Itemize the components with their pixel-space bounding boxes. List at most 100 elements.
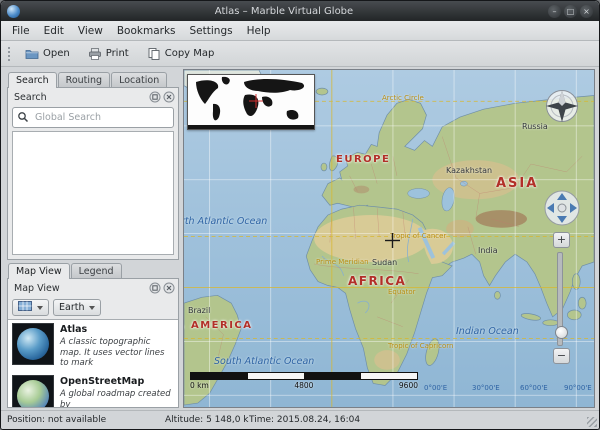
theme-description: A classic topographic map. It uses vecto… bbox=[60, 337, 174, 369]
scale-bar-ruler bbox=[190, 372, 418, 380]
menu-help[interactable]: Help bbox=[240, 23, 278, 39]
search-icon bbox=[17, 108, 29, 127]
search-panel-header: Search bbox=[8, 88, 178, 105]
coord-label-0e: 0°00'E bbox=[424, 384, 447, 392]
menubar: File Edit View Bookmarks Settings Help bbox=[1, 21, 599, 41]
menu-file[interactable]: File bbox=[5, 23, 37, 39]
projection-icon bbox=[18, 301, 32, 314]
theme-item-openstreetmap[interactable]: OpenStreetMap A global roadmap created b… bbox=[8, 372, 178, 407]
float-panel-icon[interactable] bbox=[149, 91, 161, 103]
copy-map-label: Copy Map bbox=[165, 48, 215, 59]
label-indian-ocean: Indian Ocean bbox=[456, 326, 519, 337]
open-button[interactable]: Open bbox=[17, 44, 78, 64]
projection-combo[interactable] bbox=[12, 299, 49, 316]
label-asia: ASIA bbox=[496, 176, 538, 191]
resize-grip[interactable] bbox=[587, 417, 597, 427]
zoom-out-button[interactable]: − bbox=[553, 348, 570, 364]
search-input[interactable] bbox=[33, 111, 169, 124]
label-europe: EUROPE bbox=[336, 154, 390, 165]
map-crosshair-icon bbox=[385, 233, 400, 248]
menu-bookmarks[interactable]: Bookmarks bbox=[110, 23, 183, 39]
osm-text: OpenStreetMap A global roadmap created b… bbox=[60, 375, 174, 407]
search-results-list[interactable] bbox=[12, 131, 174, 255]
pan-control[interactable] bbox=[542, 188, 582, 228]
scale-bar: 0 km 4800 9600 bbox=[190, 372, 418, 390]
home-button[interactable] bbox=[558, 204, 566, 212]
app-window: Atlas – Marble Virtual Globe – □ × File … bbox=[0, 0, 600, 430]
label-tropic-of-capricorn: Tropic of Capricorn bbox=[388, 342, 453, 350]
label-sudan: Sudan bbox=[372, 258, 397, 267]
close-button[interactable]: × bbox=[580, 5, 593, 18]
sidebar: Search Routing Location Search Map View bbox=[7, 69, 179, 408]
copy-map-button[interactable]: Copy Map bbox=[139, 44, 223, 64]
menu-settings[interactable]: Settings bbox=[183, 23, 240, 39]
minimize-button[interactable]: – bbox=[548, 5, 561, 18]
menu-edit[interactable]: Edit bbox=[37, 23, 71, 39]
copy-icon bbox=[147, 47, 161, 61]
marble-app-icon bbox=[7, 5, 20, 18]
zoom-slider-handle[interactable] bbox=[555, 326, 568, 339]
scale-mid: 4800 bbox=[294, 381, 313, 390]
open-label: Open bbox=[43, 48, 70, 59]
map-view-panel-title: Map View bbox=[14, 283, 147, 294]
label-south-america: S. AMERICA bbox=[183, 320, 253, 331]
tab-map-view[interactable]: Map View bbox=[8, 263, 70, 279]
overview-map[interactable] bbox=[187, 74, 315, 130]
float-panel-icon[interactable] bbox=[149, 282, 161, 294]
titlebar[interactable]: Atlas – Marble Virtual Globe – □ × bbox=[1, 1, 599, 21]
landmass-borneo bbox=[567, 310, 581, 320]
tab-legend[interactable]: Legend bbox=[71, 263, 122, 278]
atlas-globe-icon bbox=[17, 328, 49, 360]
landmass-sulawesi bbox=[578, 297, 586, 309]
chevron-down-icon bbox=[89, 306, 95, 310]
printer-icon bbox=[88, 47, 102, 61]
print-button[interactable]: Print bbox=[80, 44, 137, 64]
menu-view[interactable]: View bbox=[71, 23, 110, 39]
window-title: Atlas – Marble Virtual Globe bbox=[20, 6, 548, 17]
label-north-atlantic: North Atlantic Ocean bbox=[183, 216, 267, 227]
top-tabbar: Search Routing Location bbox=[7, 69, 179, 87]
maximize-button[interactable]: □ bbox=[564, 5, 577, 18]
label-equator: Equator bbox=[388, 288, 416, 296]
status-position: Position: not available bbox=[7, 415, 165, 425]
map-view-controls: Earth bbox=[8, 296, 178, 319]
toolbar-handle[interactable] bbox=[7, 46, 11, 62]
status-time: Time: 2015.08.24, 16:04 bbox=[249, 415, 593, 425]
label-prime-meridian: Prime Meridian bbox=[316, 258, 369, 266]
tab-routing[interactable]: Routing bbox=[58, 72, 110, 87]
theme-item-atlas[interactable]: Atlas A classic topographic map. It uses… bbox=[8, 320, 178, 372]
coord-label-30e: 30°00'E bbox=[472, 384, 500, 392]
search-box[interactable] bbox=[12, 107, 174, 128]
search-panel: Search bbox=[7, 87, 179, 260]
theme-description: A global roadmap created by bbox=[60, 389, 174, 407]
search-panel-title: Search bbox=[14, 92, 147, 103]
celestial-body-combo[interactable]: Earth bbox=[53, 299, 101, 316]
label-arctic-circle: Arctic Circle bbox=[382, 94, 424, 102]
compass-icon[interactable] bbox=[542, 86, 582, 126]
atlas-text: Atlas A classic topographic map. It uses… bbox=[60, 323, 174, 369]
close-panel-icon[interactable] bbox=[163, 282, 175, 294]
label-brazil: Brazil bbox=[188, 306, 210, 315]
coord-label-90e: 90°00'E bbox=[564, 384, 592, 392]
scale-zero: 0 km bbox=[190, 381, 209, 390]
status-altitude: Altitude: 5 148,0 km bbox=[165, 415, 249, 425]
label-kazakhstan: Kazakhstan bbox=[446, 166, 492, 175]
statusbar: Position: not available Altitude: 5 148,… bbox=[1, 410, 599, 429]
zoom-in-button[interactable]: + bbox=[553, 232, 570, 248]
label-africa: AFRICA bbox=[348, 274, 406, 288]
tab-search[interactable]: Search bbox=[8, 72, 57, 88]
label-india: India bbox=[478, 246, 498, 255]
landmass-iceland bbox=[316, 88, 328, 95]
coord-label-60e: 60°00'E bbox=[520, 384, 548, 392]
tab-location[interactable]: Location bbox=[111, 72, 167, 87]
label-south-atlantic: South Atlantic Ocean bbox=[214, 356, 314, 367]
osm-thumbnail bbox=[12, 375, 54, 407]
atlas-thumbnail bbox=[12, 323, 54, 365]
theme-name: Atlas bbox=[60, 324, 174, 335]
scale-end: 9600 bbox=[399, 381, 418, 390]
landmass-srilanka bbox=[494, 291, 500, 299]
close-panel-icon[interactable] bbox=[163, 91, 175, 103]
map-view-panel: Map View Earth bbox=[7, 278, 179, 408]
map-canvas[interactable]: Arctic Circle Russia EUROPE Kazakhstan A… bbox=[183, 69, 595, 408]
toolbar: Open Print Copy Map bbox=[1, 41, 599, 67]
